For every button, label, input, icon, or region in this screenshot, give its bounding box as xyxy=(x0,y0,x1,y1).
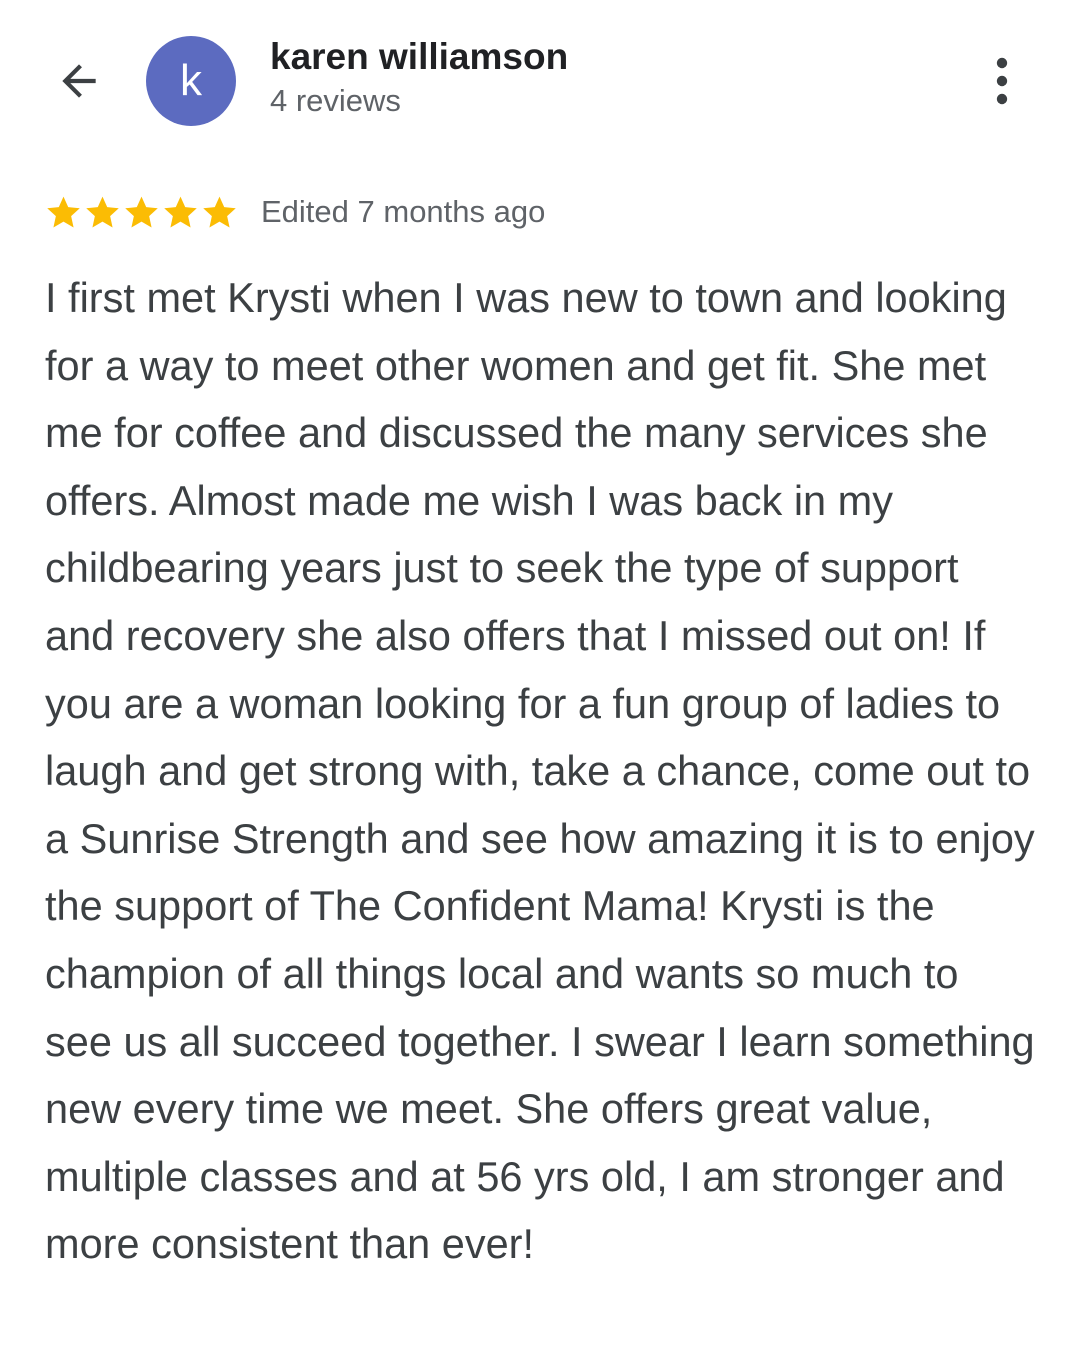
back-button[interactable] xyxy=(48,50,110,112)
review-text: I first met Krysti when I was new to tow… xyxy=(45,274,1035,1268)
avatar-initial: k xyxy=(180,56,202,105)
star-rating xyxy=(44,193,239,232)
star-icon xyxy=(47,196,80,227)
reviewer-name[interactable]: karen williamson xyxy=(270,36,568,78)
review-count: 4 reviews xyxy=(270,83,401,118)
star-icon xyxy=(125,196,158,227)
more-options-button[interactable] xyxy=(974,50,1030,112)
star-icon xyxy=(164,196,197,227)
star-icon xyxy=(86,196,119,227)
more-vert-icon xyxy=(996,57,1008,105)
review-header: k karen williamson 4 reviews xyxy=(0,0,1079,160)
edited-timestamp: Edited 7 months ago xyxy=(261,194,546,229)
rating-row: Edited 7 months ago xyxy=(44,190,545,234)
arrow-left-icon xyxy=(62,64,96,98)
star-icon xyxy=(203,196,236,227)
avatar[interactable]: k xyxy=(146,36,236,126)
